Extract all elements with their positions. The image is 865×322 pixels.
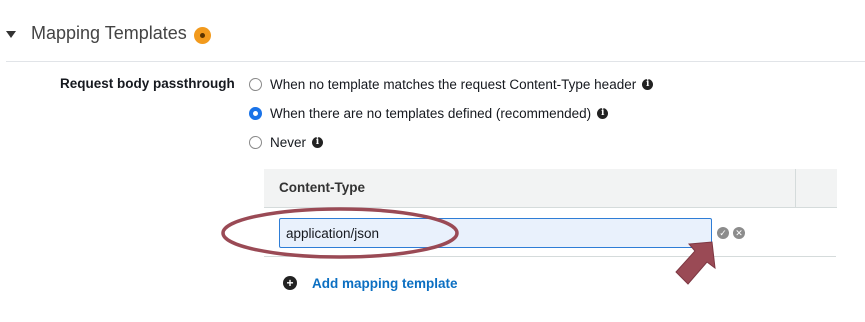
table-header: Content-Type	[264, 169, 836, 208]
api-gateway-panel: Mapping Templates Request body passthrou…	[0, 0, 865, 322]
radio-label: When there are no templates defined (rec…	[270, 105, 592, 121]
section-title: Mapping Templates	[31, 23, 187, 43]
radio-label: When no template matches the request Con…	[270, 76, 637, 92]
divider	[6, 61, 865, 62]
radio-button[interactable]	[249, 77, 262, 91]
radio-label: Never	[270, 134, 307, 150]
warning-dot-icon	[194, 27, 211, 44]
radio-button[interactable]	[249, 135, 262, 149]
check-circle-icon[interactable]: ✓	[717, 227, 729, 239]
plus-circle-icon: +	[283, 276, 297, 290]
radio-option-no-match[interactable]: When no template matches the request Con…	[249, 74, 849, 94]
content-type-input[interactable]	[279, 218, 712, 248]
table-header-actions	[795, 169, 837, 208]
row-divider	[264, 256, 836, 257]
close-circle-icon[interactable]: ✕	[733, 227, 745, 239]
radio-option-no-templates[interactable]: When there are no templates defined (rec…	[249, 103, 849, 123]
column-header-content-type: Content-Type	[279, 180, 365, 195]
info-icon[interactable]: i	[597, 107, 609, 119]
mapping-templates-header[interactable]: Mapping Templates	[0, 22, 865, 48]
radio-option-never[interactable]: Never i	[249, 132, 849, 152]
info-icon[interactable]: i	[642, 78, 654, 90]
radio-button-selected[interactable]	[249, 106, 262, 120]
add-mapping-template-button[interactable]: + Add mapping template	[283, 273, 458, 293]
add-mapping-template-label[interactable]: Add mapping template	[312, 276, 458, 291]
caret-down-icon[interactable]	[6, 31, 16, 38]
info-icon[interactable]: i	[312, 136, 324, 148]
passthrough-label: Request body passthrough	[60, 76, 235, 91]
